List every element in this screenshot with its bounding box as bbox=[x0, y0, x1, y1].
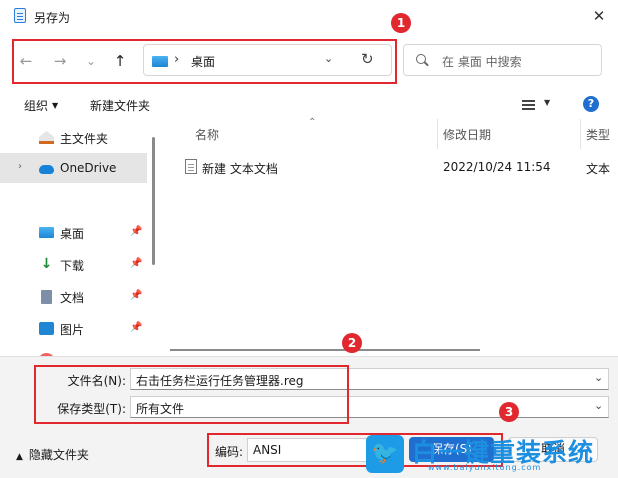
column-divider[interactable] bbox=[580, 119, 581, 149]
sidebar-item-home[interactable]: 主文件夹 bbox=[0, 122, 147, 152]
sidebar-item-desktop[interactable]: 桌面 📌 bbox=[0, 217, 147, 247]
chevron-down-icon[interactable]: ⌄ bbox=[594, 399, 603, 412]
pin-icon[interactable]: 📌 bbox=[130, 258, 142, 269]
scrollbar-thumb[interactable] bbox=[152, 137, 155, 265]
close-button[interactable]: ✕ bbox=[586, 4, 612, 28]
sidebar-item-downloads[interactable]: ↓ 下载 📌 bbox=[0, 249, 147, 279]
watermark-url: www.baiyunxitong.com bbox=[428, 463, 542, 472]
file-name: 新建 文本文档 bbox=[202, 162, 278, 176]
file-type: 文本 bbox=[586, 162, 611, 176]
pin-icon[interactable]: 📌 bbox=[130, 290, 142, 301]
file-list: ⌃ 名称 修改日期 类型 新建 文本文档 2022/10/24 11:54 文本 bbox=[160, 117, 618, 356]
view-options-icon[interactable] bbox=[522, 100, 535, 110]
caret-down-icon[interactable]: ▼ bbox=[544, 98, 550, 107]
annotation-box-1 bbox=[12, 39, 397, 84]
sidebar-item-label: 文档 bbox=[60, 291, 85, 305]
caret-up-icon: ▲ bbox=[16, 452, 23, 462]
new-folder-button[interactable]: 新建文件夹 bbox=[90, 97, 150, 114]
hide-folders-button[interactable]: ▲ 隐藏文件夹 bbox=[16, 446, 89, 463]
navigation-pane: 主文件夹 › OneDrive 桌面 📌 ↓ 下载 📌 文档 📌 图片 📌 bbox=[0, 119, 147, 356]
sidebar-scrollbar[interactable] bbox=[148, 119, 160, 356]
annotation-number-3: 3 bbox=[499, 402, 519, 422]
onedrive-icon bbox=[39, 165, 54, 174]
search-icon bbox=[416, 54, 426, 64]
annotation-number-2: 2 bbox=[342, 333, 362, 353]
caret-down-icon: ▼ bbox=[52, 101, 59, 110]
text-file-icon bbox=[185, 159, 197, 174]
desktop-icon bbox=[39, 227, 54, 238]
file-modified: 2022/10/24 11:54 bbox=[443, 160, 551, 174]
home-icon bbox=[39, 131, 54, 144]
notepad-icon bbox=[14, 8, 26, 23]
sidebar-item-label: 下载 bbox=[60, 259, 85, 273]
chevron-right-icon[interactable]: › bbox=[18, 161, 22, 172]
download-icon: ↓ bbox=[40, 256, 53, 272]
column-header-name[interactable]: 名称 bbox=[195, 126, 219, 143]
sidebar-item-documents[interactable]: 文档 📌 bbox=[0, 281, 147, 311]
file-list-scrollbar[interactable] bbox=[160, 344, 618, 356]
sidebar-item-partial[interactable] bbox=[0, 329, 147, 356]
annotation-box-2 bbox=[34, 365, 349, 424]
title-bar: 另存为 ✕ bbox=[0, 0, 618, 33]
hide-folders-label: 隐藏文件夹 bbox=[28, 448, 89, 462]
search-box[interactable]: 在 桌面 中搜索 bbox=[403, 44, 602, 76]
document-icon bbox=[41, 290, 52, 304]
organize-button[interactable]: 组织 ▼ bbox=[24, 97, 58, 114]
sidebar-item-onedrive[interactable]: › OneDrive bbox=[0, 153, 147, 183]
column-header-modified[interactable]: 修改日期 bbox=[443, 126, 491, 143]
column-divider[interactable] bbox=[437, 119, 438, 149]
sidebar-item-label: 主文件夹 bbox=[60, 132, 109, 146]
watermark: 🐦 白一键重装系统 www.baiyunxitong.com bbox=[366, 435, 618, 478]
sort-ascending-icon: ⌃ bbox=[308, 117, 317, 128]
scrollbar-thumb[interactable] bbox=[170, 349, 480, 351]
pin-icon[interactable]: 📌 bbox=[130, 226, 142, 237]
twitter-bird-icon: 🐦 bbox=[366, 435, 404, 473]
window-title: 另存为 bbox=[34, 11, 71, 25]
chevron-down-icon[interactable]: ⌄ bbox=[594, 371, 603, 384]
annotation-number-1: 1 bbox=[391, 13, 411, 33]
search-placeholder: 在 桌面 中搜索 bbox=[442, 55, 522, 69]
command-bar: 组织 ▼ 新建文件夹 ▼ ? bbox=[0, 91, 618, 119]
sidebar-item-label: 桌面 bbox=[60, 227, 85, 241]
table-row[interactable]: 新建 文本文档 2022/10/24 11:54 文本 bbox=[160, 153, 618, 181]
column-header-type[interactable]: 类型 bbox=[586, 126, 610, 143]
organize-label: 组织 bbox=[24, 99, 49, 113]
help-button[interactable]: ? bbox=[583, 96, 599, 112]
sidebar-item-label: OneDrive bbox=[60, 161, 117, 175]
